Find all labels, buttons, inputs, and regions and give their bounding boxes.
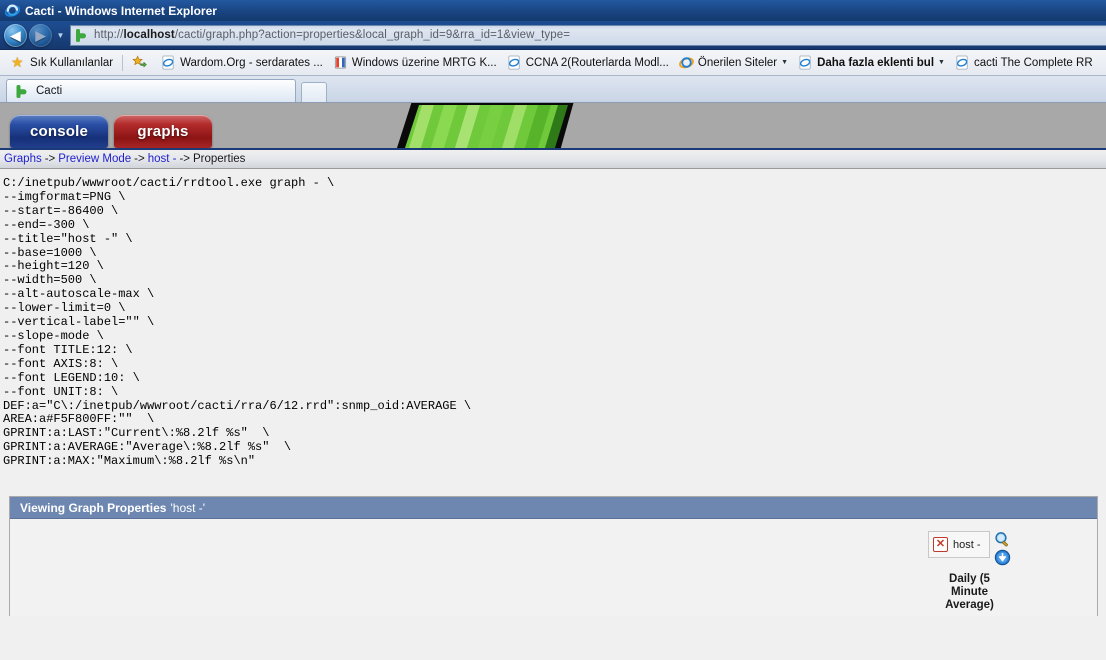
url-host: localhost	[123, 29, 175, 41]
browser-navigation-bar: ◀ ▶ ▼ http://localhost/cacti/graph.php?a…	[0, 21, 1106, 50]
ie-globe-icon	[678, 55, 694, 70]
favorites-bar-item-cacti-rr[interactable]: cacti The Complete RR	[950, 53, 1098, 73]
breadcrumb-item-graphs[interactable]: Graphs	[4, 153, 42, 165]
new-tab-button[interactable]	[301, 82, 327, 102]
cacti-logo-icon	[378, 103, 583, 148]
chevron-down-icon: ▼	[56, 30, 65, 40]
tab-strip: Cacti	[0, 76, 1106, 103]
chevron-down-icon: ▼	[938, 59, 945, 66]
panel-title: Viewing Graph Properties	[20, 500, 167, 515]
url-scheme: http://	[94, 29, 124, 41]
favorites-bar-item-ccna[interactable]: CCNA 2(Routerlarda Modl...	[502, 53, 674, 73]
favorites-bar-item-add[interactable]	[127, 53, 156, 73]
breadcrumb-separator: ->	[179, 153, 190, 165]
graph-properties-panel: Viewing Graph Properties 'host -' ✕ host…	[9, 496, 1098, 617]
magnifier-zoom-icon[interactable]	[994, 531, 1011, 548]
breadcrumb-separator: ->	[44, 153, 56, 165]
favorites-label: Sık Kullanılanlar	[30, 56, 114, 69]
window-page-icon	[333, 55, 348, 70]
history-dropdown-button[interactable]: ▼	[54, 24, 67, 47]
favorites-bar-item-label: CCNA 2(Routerlarda Modl...	[525, 56, 669, 69]
ie-page-icon	[798, 55, 813, 70]
favorites-bar-item-mrtg[interactable]: Windows üzerine MRTG K...	[328, 53, 502, 73]
star-icon: ★	[11, 53, 24, 70]
graph-row: ✕ host -	[928, 531, 1011, 566]
back-button[interactable]: ◀	[4, 23, 27, 47]
favorites-bar-item-more-addons[interactable]: Daha fazla eklenti bul ▼	[793, 53, 950, 73]
favorites-bar-item-label: cacti The Complete RR	[973, 56, 1093, 69]
favorites-bar-item-suggested-sites[interactable]: Önerilen Siteler ▼	[674, 53, 793, 73]
favorites-divider	[122, 54, 124, 71]
address-bar[interactable]: http://localhost/cacti/graph.php?action=…	[70, 24, 1106, 46]
ie-page-icon	[161, 55, 176, 70]
rrdtool-command-block: C:/inetpub/wwwroot/cacti/rrdtool.exe gra…	[3, 176, 472, 469]
window-title-bar: Cacti - Windows Internet Explorer	[0, 0, 1106, 21]
panel-header: Viewing Graph Properties 'host -'	[10, 497, 1097, 520]
graph-cell: ✕ host - Daily (5 Minute Average)	[928, 531, 1011, 612]
breadcrumb-item-properties: Properties	[193, 153, 246, 165]
cacti-banner: console graphs	[0, 103, 1106, 150]
favorites-bar-item-label: Önerilen Siteler	[697, 56, 778, 69]
tab-cacti[interactable]: Cacti	[6, 79, 296, 102]
nav-console-label: console	[29, 123, 89, 140]
nav-console-button[interactable]: console	[10, 115, 108, 148]
breadcrumb-item-preview-mode[interactable]: Preview Mode	[58, 153, 131, 165]
forward-arrow-icon: ▶	[35, 27, 46, 43]
download-arrow-icon[interactable]	[994, 549, 1011, 566]
broken-image-x-icon: ✕	[933, 537, 948, 553]
ie-logo-icon	[4, 3, 21, 18]
forward-button[interactable]: ▶	[29, 23, 52, 47]
nav-graphs-button[interactable]: graphs	[114, 115, 212, 148]
favorites-bar: ★ Sık Kullanılanlar Wardom.Org - serdara…	[0, 50, 1106, 76]
ie-page-icon	[507, 55, 522, 70]
favorites-center-button[interactable]: ★ Sık Kullanılanlar	[6, 53, 118, 73]
back-arrow-icon: ◀	[10, 27, 21, 43]
graph-action-icons	[994, 531, 1011, 566]
breadcrumb-separator: ->	[134, 153, 145, 165]
favorites-bar-item-label: Windows üzerine MRTG K...	[351, 56, 497, 69]
tab-label: Cacti	[36, 85, 63, 97]
cacti-favicon-icon	[75, 28, 89, 43]
window-title-text: Cacti - Windows Internet Explorer	[25, 3, 217, 18]
page-content: C:/inetpub/wwwroot/cacti/rrdtool.exe gra…	[0, 169, 1106, 660]
graph-caption: Daily (5 Minute Average)	[945, 573, 994, 612]
panel-body: ✕ host - Daily (5 Minute Average)	[10, 519, 1097, 617]
add-favorite-icon	[132, 55, 147, 70]
favorites-bar-item-label: Daha fazla eklenti bul	[817, 56, 935, 69]
ie-page-icon	[955, 55, 970, 70]
favorites-bar-item-wardom[interactable]: Wardom.Org - serdarates ...	[156, 53, 328, 73]
nav-graphs-label: graphs	[137, 123, 189, 140]
favorites-bar-item-label: Wardom.Org - serdarates ...	[180, 56, 323, 69]
graph-image-alt-text: host -	[953, 538, 981, 551]
address-bar-url: http://localhost/cacti/graph.php?action=…	[94, 29, 570, 41]
url-path: /cacti/graph.php?action=properties&local…	[174, 29, 571, 41]
breadcrumb: Graphs -> Preview Mode -> host - -> Prop…	[0, 150, 1106, 169]
graph-broken-image[interactable]: ✕ host -	[928, 531, 990, 559]
panel-subject: 'host -'	[170, 500, 206, 515]
cacti-favicon-icon	[15, 84, 30, 99]
breadcrumb-item-host[interactable]: host -	[148, 153, 177, 165]
chevron-down-icon: ▼	[781, 59, 789, 66]
